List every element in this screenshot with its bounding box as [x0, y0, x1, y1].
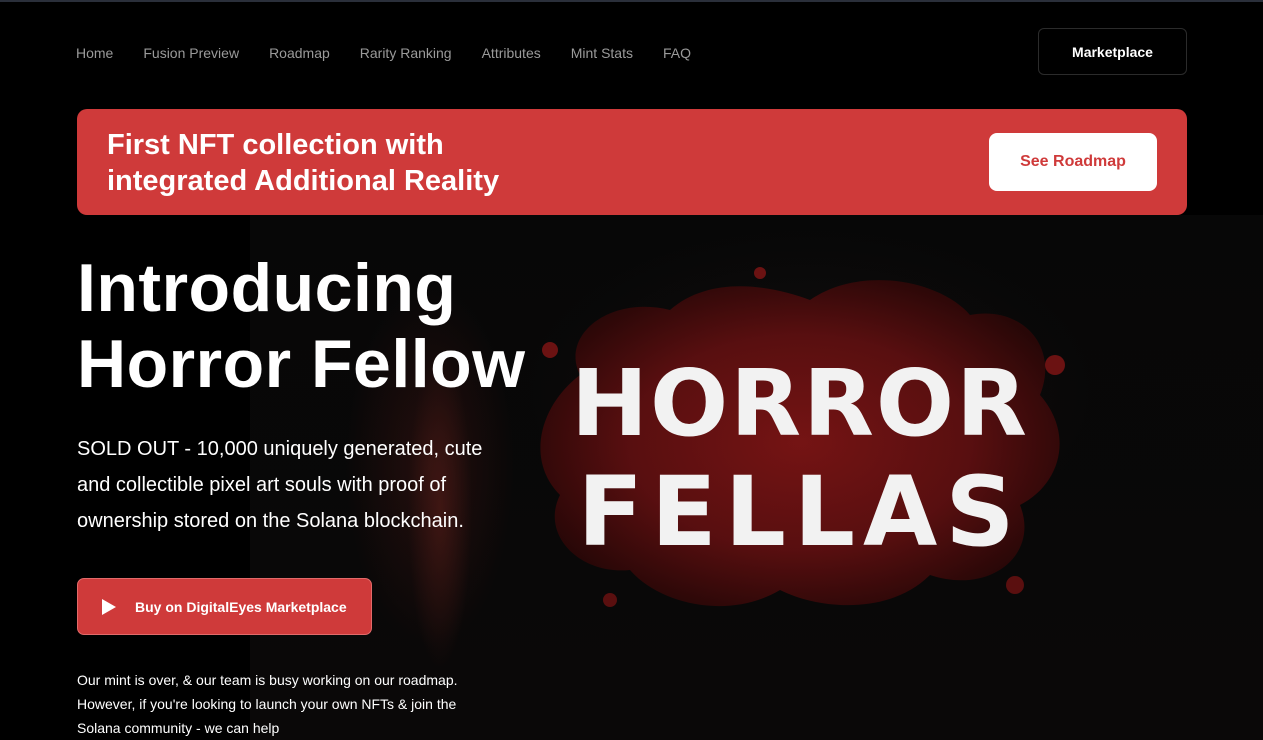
nav-item-attributes[interactable]: Attributes — [482, 44, 541, 62]
mint-note-line-2: However, if you're looking to launch you… — [77, 696, 457, 712]
hero-description-line-2: and collectible pixel art souls with pro… — [77, 474, 447, 496]
top-border — [0, 0, 1263, 2]
buy-digitaleyes-button[interactable]: Buy on DigitalEyes Marketplace — [77, 578, 372, 635]
hero-description-line-1: SOLD OUT - 10,000 uniquely generated, cu… — [77, 438, 483, 460]
nav-item-faq[interactable]: FAQ — [663, 44, 691, 62]
promo-banner: First NFT collection with integrated Add… — [77, 109, 1187, 215]
logo-text-line-1: HORROR — [571, 350, 1029, 457]
hero-description-line-3: ownership stored on the Solana blockchai… — [77, 510, 464, 532]
hero-title-line-1: Introducing — [77, 250, 457, 326]
banner-title-line-2: integrated Additional Reality — [107, 165, 500, 197]
nav-item-mint-stats[interactable]: Mint Stats — [571, 44, 633, 62]
main-nav: Home Fusion Preview Roadmap Rarity Ranki… — [76, 44, 721, 62]
banner-title-line-1: First NFT collection with — [107, 129, 444, 161]
blood-drop — [1006, 576, 1024, 594]
buy-button-label: Buy on DigitalEyes Marketplace — [135, 598, 347, 615]
marketplace-button[interactable]: Marketplace — [1038, 28, 1187, 75]
logo-text-line-2: FELLAS — [578, 456, 1023, 568]
blood-drop — [754, 267, 766, 279]
nav-item-rarity-ranking[interactable]: Rarity Ranking — [360, 44, 452, 62]
mint-note-line-3: Solana community - we can help — [77, 720, 280, 736]
blood-drop — [1045, 355, 1065, 375]
nav-item-roadmap[interactable]: Roadmap — [269, 44, 330, 62]
see-roadmap-button[interactable]: See Roadmap — [989, 133, 1157, 191]
nav-item-home[interactable]: Home — [76, 44, 113, 62]
hero-description: SOLD OUT - 10,000 uniquely generated, cu… — [77, 431, 547, 539]
mint-note-line-1: Our mint is over, & our team is busy wor… — [77, 672, 458, 688]
mint-note: Our mint is over, & our team is busy wor… — [77, 668, 527, 740]
blood-drop — [603, 593, 617, 607]
play-icon — [102, 598, 116, 615]
hero-title-line-2: Horror Fellow — [77, 326, 526, 402]
page: Home Fusion Preview Roadmap Rarity Ranki… — [0, 0, 1263, 740]
hero-title: Introducing Horror Fellow — [77, 250, 637, 402]
banner-title: First NFT collection with integrated Add… — [107, 127, 627, 199]
nav-item-fusion-preview[interactable]: Fusion Preview — [143, 44, 239, 62]
